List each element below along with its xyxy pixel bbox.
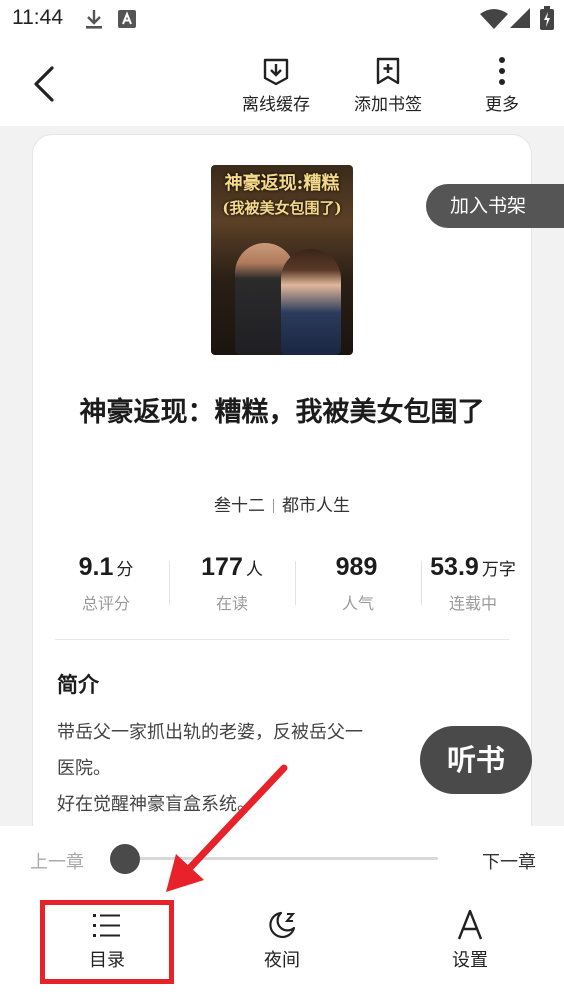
stat-word-count: 53.9 万字 连载中 xyxy=(425,553,521,617)
add-bookmark-button[interactable]: 添加书签 xyxy=(338,56,438,116)
more-vertical-icon xyxy=(499,57,505,85)
stat-rating: 9.1 分 总评分 xyxy=(47,553,165,617)
stat-readers-unit: 人 xyxy=(245,560,263,580)
stat-readers: 177 人 在读 xyxy=(173,553,291,617)
stat-popularity-label: 人气 xyxy=(341,594,374,613)
stat-status-label: 连载中 xyxy=(448,594,497,613)
intro-heading: 简介 xyxy=(57,673,99,697)
more-button[interactable]: 更多 xyxy=(452,56,552,116)
stat-word-count-value: 53.9 xyxy=(430,553,479,581)
signal-icon xyxy=(510,8,530,28)
top-toolbar: 离线缓存 添加书签 更多 xyxy=(0,40,564,126)
cover-figure-woman xyxy=(281,249,341,355)
book-title: 神豪返现：糟糕，我被美女包围了 xyxy=(79,397,485,428)
stat-divider xyxy=(295,561,296,605)
wifi-icon xyxy=(480,9,508,29)
back-button[interactable] xyxy=(26,62,66,106)
nav-night-mode[interactable]: 夜间 xyxy=(227,908,337,978)
section-divider xyxy=(55,639,509,640)
annotation-highlight-box xyxy=(40,900,174,984)
stat-rating-label: 总评分 xyxy=(81,594,130,613)
battery-icon xyxy=(540,6,554,30)
prev-chapter-button[interactable]: 上一章 xyxy=(30,848,84,874)
stat-popularity-value: 989 xyxy=(335,553,378,581)
book-meta: 叁十二 都市人生 xyxy=(33,491,531,516)
offline-download-label: 离线缓存 xyxy=(242,95,310,115)
cover-title: 神豪返现:糟糕 (我被美女包围了) xyxy=(217,169,347,218)
more-label: 更多 xyxy=(485,95,519,115)
add-to-shelf-button[interactable]: 加入书架 xyxy=(426,184,564,228)
offline-download-button[interactable]: 离线缓存 xyxy=(226,56,326,116)
stat-word-count-unit: 万字 xyxy=(481,560,516,580)
add-bookmark-icon xyxy=(376,57,400,85)
stat-readers-value: 177 xyxy=(201,553,243,581)
chapter-progress-track[interactable] xyxy=(120,857,438,860)
nav-night-label: 夜间 xyxy=(264,950,300,971)
status-bar: 11:44 xyxy=(0,0,564,40)
stat-rating-value: 9.1 xyxy=(78,553,114,581)
listen-button[interactable]: 听书 xyxy=(420,726,532,794)
add-bookmark-label: 添加书签 xyxy=(354,95,422,115)
offline-download-icon xyxy=(263,58,289,86)
settings-font-icon xyxy=(457,909,483,940)
status-time: 11:44 xyxy=(12,6,63,29)
download-icon xyxy=(86,10,102,29)
stat-popularity: 989 人气 xyxy=(299,553,417,617)
stat-readers-label: 在读 xyxy=(215,594,248,613)
next-chapter-button[interactable]: 下一章 xyxy=(482,848,536,874)
stat-divider xyxy=(169,561,170,605)
nav-settings[interactable]: 设置 xyxy=(415,908,525,978)
intro-line: 好在觉醒神豪盲盒系统。 xyxy=(57,794,255,815)
book-category[interactable]: 都市人生 xyxy=(282,496,350,516)
font-a-icon xyxy=(118,10,136,28)
book-cover[interactable]: 神豪返现:糟糕 (我被美女包围了) xyxy=(211,165,353,355)
stat-divider xyxy=(421,561,422,605)
nav-settings-label: 设置 xyxy=(452,950,488,971)
book-stats: 9.1 分 总评分 177 人 在读 989 人气 53.9 万字 连载中 xyxy=(47,553,517,617)
meta-separator xyxy=(273,499,274,513)
cover-title-line2: (我被美女包围了) xyxy=(222,199,342,217)
stat-rating-unit: 分 xyxy=(116,560,134,580)
book-author[interactable]: 叁十二 xyxy=(214,496,265,516)
cover-title-line1: 神豪返现:糟糕 xyxy=(224,173,340,194)
night-mode-icon xyxy=(269,911,296,938)
chapter-progress-thumb[interactable] xyxy=(110,844,140,874)
